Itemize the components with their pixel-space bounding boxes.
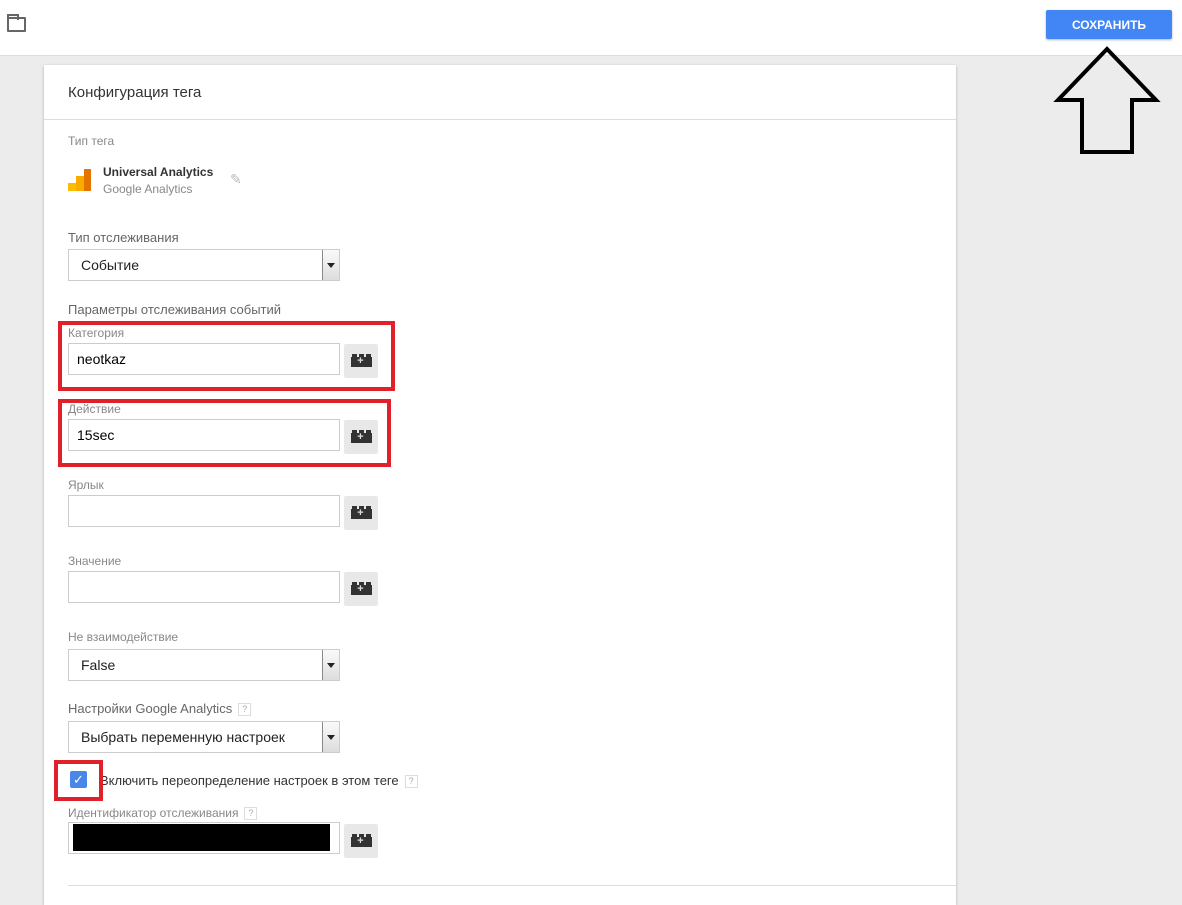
- variable-icon: [351, 582, 372, 595]
- override-label: Включить переопределение настроек в этом…: [100, 773, 418, 789]
- save-button[interactable]: СОХРАНИТЬ: [1046, 10, 1172, 39]
- top-bar: СОХРАНИТЬ: [0, 0, 1182, 56]
- variable-icon: [351, 834, 372, 847]
- value-input[interactable]: [68, 571, 340, 603]
- insert-variable-button[interactable]: [344, 824, 378, 858]
- tracking-type-select[interactable]: Событие: [68, 249, 340, 281]
- variable-icon: [351, 506, 372, 519]
- highlight-box-action: [58, 399, 391, 467]
- chevron-down-icon: [322, 722, 339, 752]
- tag-type-label: Тип тега: [68, 134, 115, 148]
- tag-type-name: Universal Analytics: [103, 165, 214, 179]
- ga-settings-value: Выбрать переменную настроек: [81, 729, 285, 745]
- tag-configuration-card: Конфигурация тега Тип тега Universal Ana…: [44, 65, 956, 905]
- ga-settings-text: Настройки Google Analytics: [68, 701, 233, 716]
- chevron-down-icon: [322, 250, 339, 280]
- card-title: Конфигурация тега: [68, 84, 202, 101]
- insert-variable-button[interactable]: [344, 496, 378, 530]
- ga-settings-select[interactable]: Выбрать переменную настроек: [68, 721, 340, 753]
- highlight-box-checkbox: [54, 760, 103, 801]
- chevron-down-icon: [322, 650, 339, 680]
- edit-pencil-icon[interactable]: ✎: [230, 171, 242, 188]
- value-label: Значение: [68, 554, 122, 568]
- help-icon[interactable]: ?: [238, 703, 252, 717]
- folder-icon[interactable]: [7, 14, 26, 32]
- help-icon[interactable]: ?: [244, 807, 258, 821]
- divider: [68, 885, 956, 886]
- override-text: Включить переопределение настроек в этом…: [100, 773, 399, 788]
- label-input[interactable]: [68, 495, 340, 527]
- redacted-value: [73, 824, 330, 851]
- tracking-id-input[interactable]: [68, 822, 340, 854]
- divider: [44, 119, 956, 120]
- non-interaction-select[interactable]: False: [68, 649, 340, 681]
- help-icon[interactable]: ?: [404, 775, 418, 789]
- non-interaction-value: False: [81, 657, 116, 673]
- tag-type-vendor: Google Analytics: [103, 182, 193, 196]
- google-analytics-icon: [68, 169, 91, 191]
- tracking-id-label: Идентификатор отслеживания?: [68, 806, 258, 821]
- tracking-type-label: Тип отслеживания: [68, 230, 179, 245]
- label-label: Ярлык: [68, 478, 104, 492]
- event-params-label: Параметры отслеживания событий: [68, 302, 282, 317]
- ga-settings-label: Настройки Google Analytics?: [68, 701, 252, 717]
- tracking-id-text: Идентификатор отслеживания: [68, 806, 239, 820]
- insert-variable-button[interactable]: [344, 572, 378, 606]
- tracking-type-value: Событие: [81, 257, 139, 273]
- highlight-box-category: [58, 321, 395, 391]
- up-arrow-annotation: [1053, 46, 1161, 154]
- non-interaction-label: Не взаимодействие: [68, 630, 179, 644]
